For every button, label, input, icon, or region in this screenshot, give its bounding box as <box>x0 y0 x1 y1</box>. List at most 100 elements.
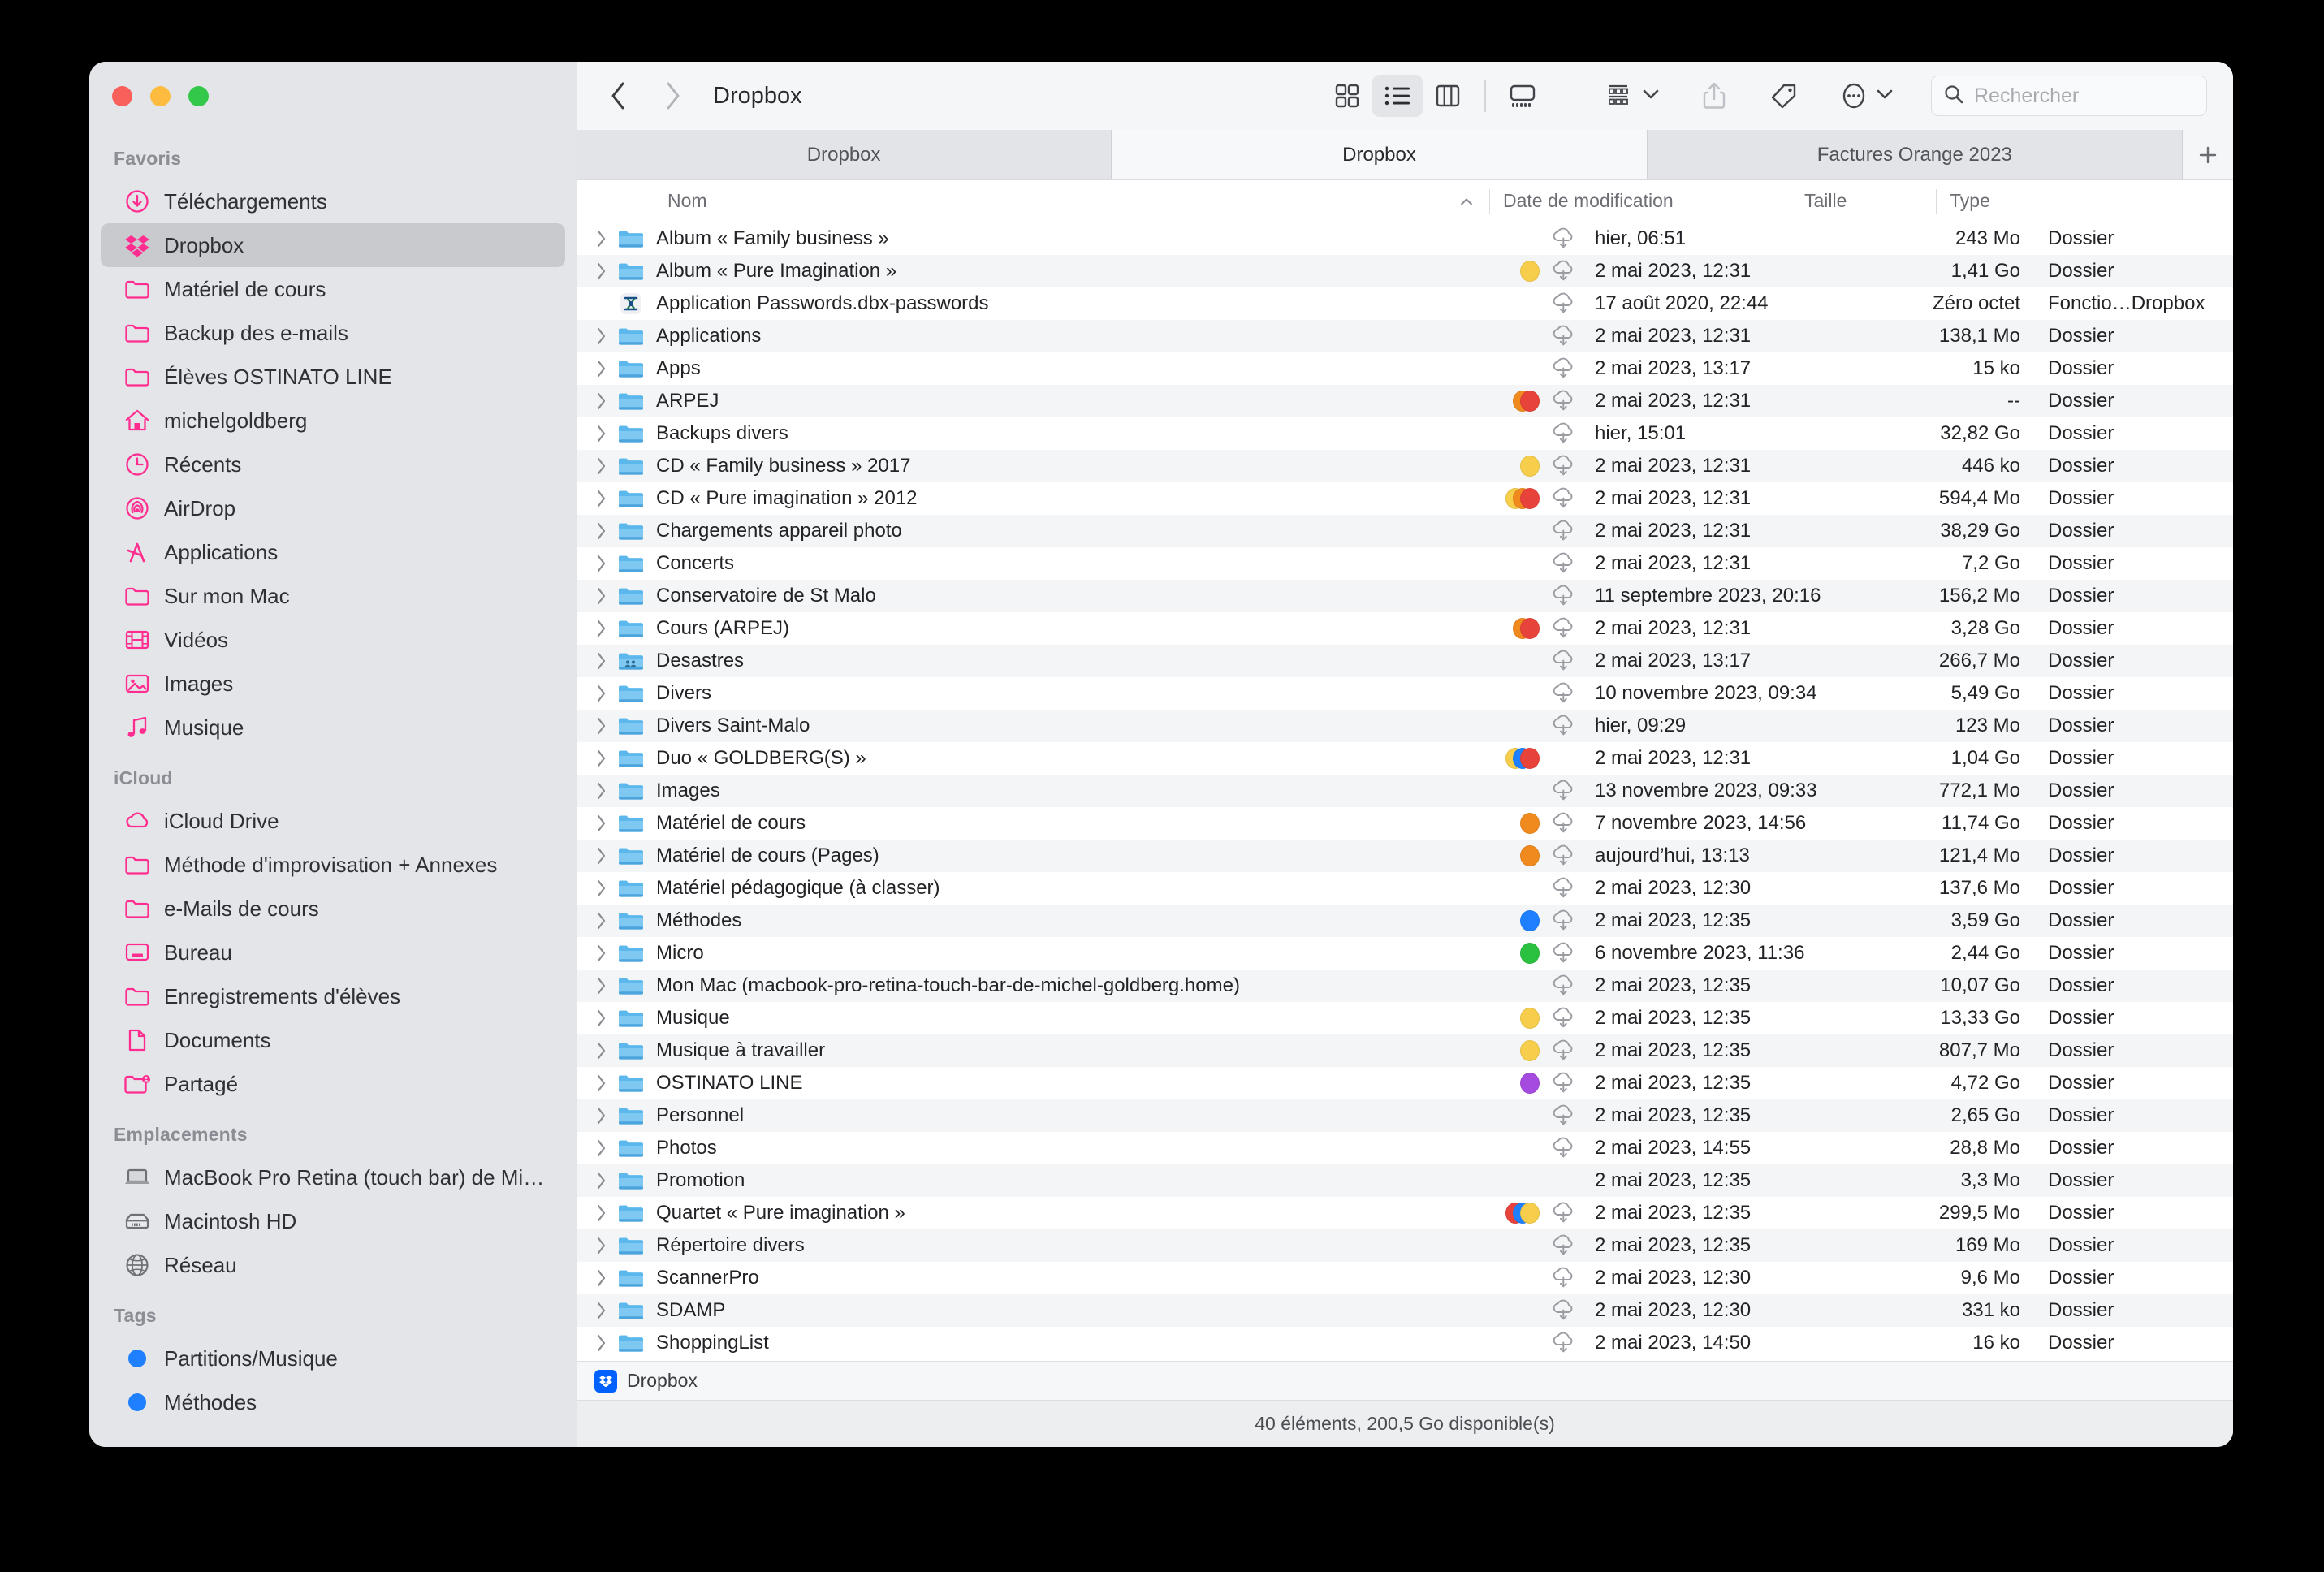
column-header-name[interactable]: Nom <box>577 180 1489 222</box>
cloud-download-icon[interactable] <box>1540 551 1588 576</box>
sidebar-item-t-l-chargements[interactable]: Téléchargements <box>101 179 565 223</box>
cloud-download-icon[interactable] <box>1540 811 1588 836</box>
column-header-size[interactable]: Taille <box>1791 180 1936 222</box>
cloud-download-icon[interactable] <box>1540 1039 1588 1063</box>
disclosure-chevron-right-icon[interactable] <box>588 521 616 541</box>
maximize-button[interactable] <box>188 85 209 106</box>
file-row[interactable]: Mon Mac (macbook-pro-retina-touch-bar-de… <box>577 970 2233 1002</box>
file-row[interactable]: SDAMP 2 mai 2023, 12:30 331 ko Dossier <box>577 1294 2233 1327</box>
file-row[interactable]: Album « Pure Imagination » 2 mai 2023, 1… <box>577 255 2233 287</box>
tab-1[interactable]: Dropbox <box>577 130 1112 179</box>
disclosure-chevron-right-icon[interactable] <box>588 781 616 801</box>
back-button[interactable] <box>599 77 637 114</box>
disclosure-chevron-right-icon[interactable] <box>588 1008 616 1028</box>
disclosure-chevron-right-icon[interactable] <box>588 911 616 931</box>
file-name-cell[interactable]: Chargements appareil photo <box>577 520 1489 542</box>
cloud-download-icon[interactable] <box>1540 1136 1588 1160</box>
cloud-download-icon[interactable] <box>1540 454 1588 478</box>
cloud-download-icon[interactable] <box>1540 616 1588 641</box>
file-name-cell[interactable]: ScannerPro <box>577 1267 1489 1289</box>
minimize-button[interactable] <box>150 85 171 106</box>
cloud-download-icon[interactable] <box>1540 1298 1588 1323</box>
sidebar-item-mat-riel-de-cours[interactable]: Matériel de cours <box>101 267 565 311</box>
file-row[interactable]: Divers 10 novembre 2023, 09:34 5,49 Go Dos… <box>577 677 2233 710</box>
file-row[interactable]: Musique 2 mai 2023, 12:35 13,33 Go Dossier <box>577 1002 2233 1034</box>
cloud-download-icon[interactable] <box>1540 1006 1588 1030</box>
disclosure-chevron-right-icon[interactable] <box>588 1333 616 1353</box>
disclosure-chevron-right-icon[interactable] <box>588 359 616 378</box>
file-name-cell[interactable]: Desastres <box>577 650 1489 672</box>
cloud-download-icon[interactable] <box>1540 584 1588 608</box>
file-row[interactable]: Matériel de cours 7 novembre 2023, 14:56… <box>577 807 2233 840</box>
file-row[interactable]: Matériel de cours (Pages) aujourd’hui, 1… <box>577 840 2233 872</box>
file-name-cell[interactable]: OSTINATO LINE <box>577 1072 1489 1095</box>
disclosure-chevron-right-icon[interactable] <box>588 944 616 963</box>
icon-view-button[interactable] <box>1322 75 1372 117</box>
group-by-chevron-down-icon[interactable] <box>1642 89 1660 104</box>
file-row[interactable]: Desastres 2 mai 2023, 13:17 266,7 Mo Dossi… <box>577 645 2233 677</box>
cloud-download-icon[interactable] <box>1540 259 1588 283</box>
file-row[interactable]: Micro 6 novembre 2023, 11:36 2,44 Go Dossi… <box>577 937 2233 970</box>
disclosure-chevron-right-icon[interactable] <box>588 846 616 866</box>
disclosure-chevron-right-icon[interactable] <box>588 684 616 703</box>
disclosure-chevron-right-icon[interactable] <box>588 1106 616 1125</box>
sidebar-item-michelgoldberg[interactable]: michelgoldberg <box>101 399 565 443</box>
disclosure-chevron-right-icon[interactable] <box>588 716 616 736</box>
file-row[interactable]: Musique à travailler 2 mai 2023, 12:35 80… <box>577 1034 2233 1067</box>
file-row[interactable]: Duo « GOLDBERG(S) » 2 mai 2023, 12:31 1,04… <box>577 742 2233 775</box>
disclosure-chevron-right-icon[interactable] <box>588 1138 616 1158</box>
file-name-cell[interactable]: Promotion <box>577 1169 1489 1192</box>
disclosure-chevron-right-icon[interactable] <box>588 1268 616 1288</box>
disclosure-chevron-right-icon[interactable] <box>588 1301 616 1320</box>
disclosure-chevron-right-icon[interactable] <box>588 261 616 281</box>
sidebar-item-dropbox[interactable]: Dropbox <box>101 223 565 267</box>
column-header-type[interactable]: Type <box>1937 180 2132 222</box>
cloud-download-icon[interactable] <box>1540 714 1588 738</box>
cloud-download-icon[interactable] <box>1540 1103 1588 1128</box>
cloud-download-icon[interactable] <box>1540 519 1588 543</box>
file-row[interactable]: Méthodes 2 mai 2023, 12:35 3,59 Go Dossier <box>577 905 2233 937</box>
disclosure-chevron-right-icon[interactable] <box>588 1073 616 1093</box>
file-row[interactable]: Concerts 2 mai 2023, 12:31 7,2 Go Dossier <box>577 547 2233 580</box>
tab-2[interactable]: Dropbox <box>1112 130 1648 179</box>
file-row[interactable]: ShoppingList 2 mai 2023, 14:50 16 ko Dossi… <box>577 1327 2233 1359</box>
column-header-date[interactable]: Date de modification <box>1490 180 1791 222</box>
cloud-download-icon[interactable] <box>1540 1233 1588 1258</box>
sidebar-item-applications[interactable]: Applications <box>101 530 565 574</box>
file-name-cell[interactable]: Album « Pure Imagination » <box>577 260 1489 283</box>
cloud-download-icon[interactable] <box>1540 909 1588 933</box>
sidebar-item-vid-os[interactable]: Vidéos <box>101 618 565 662</box>
file-name-cell[interactable]: Matériel pédagogique (à classer) <box>577 877 1489 900</box>
path-bar-label[interactable]: Dropbox <box>627 1370 698 1392</box>
tab-3[interactable]: Factures Orange 2023 <box>1647 130 2183 179</box>
file-row[interactable]: CD « Pure imagination » 2012 2 mai 2023,… <box>577 482 2233 515</box>
search-field[interactable] <box>1931 76 2207 116</box>
sidebar-item-l-ves-ostinato-line[interactable]: Élèves OSTINATO LINE <box>101 355 565 399</box>
cloud-download-icon[interactable] <box>1540 779 1588 803</box>
cloud-download-icon[interactable] <box>1540 974 1588 998</box>
file-name-cell[interactable]: Photos <box>577 1137 1489 1160</box>
file-row[interactable]: Personnel 2 mai 2023, 12:35 2,65 Go Dossie… <box>577 1099 2233 1132</box>
file-name-cell[interactable]: Apps <box>577 357 1489 380</box>
file-name-cell[interactable]: Applications <box>577 325 1489 348</box>
sidebar-item-e-mails-de-cours[interactable]: e-Mails de cours <box>101 887 565 931</box>
file-row[interactable]: CD « Family business » 2017 2 mai 2023, … <box>577 450 2233 482</box>
file-name-cell[interactable]: Duo « GOLDBERG(S) » <box>577 747 1489 770</box>
disclosure-chevron-right-icon[interactable] <box>588 749 616 768</box>
file-name-cell[interactable]: Backups divers <box>577 422 1489 445</box>
sidebar-item-documents[interactable]: Documents <box>101 1018 565 1062</box>
sidebar-item-musique[interactable]: Musique <box>101 706 565 749</box>
file-name-cell[interactable]: Divers <box>577 682 1489 705</box>
file-list[interactable]: Album « Family business » hier, 06:51 243… <box>577 222 2233 1361</box>
disclosure-chevron-right-icon[interactable] <box>588 1041 616 1060</box>
file-name-cell[interactable]: Micro <box>577 942 1489 965</box>
cloud-download-icon[interactable] <box>1540 681 1588 706</box>
tag-button[interactable] <box>1759 75 1809 117</box>
file-row[interactable]: Apps 2 mai 2023, 13:17 15 ko Dossier <box>577 352 2233 385</box>
sidebar-item-partag[interactable]: Partagé <box>101 1062 565 1106</box>
file-name-cell[interactable]: Concerts <box>577 552 1489 575</box>
file-name-cell[interactable]: Cours (ARPEJ) <box>577 617 1489 640</box>
disclosure-chevron-right-icon[interactable] <box>588 619 616 638</box>
file-name-cell[interactable]: Application Passwords.dbx-passwords <box>577 292 1489 316</box>
disclosure-chevron-right-icon[interactable] <box>588 456 616 476</box>
